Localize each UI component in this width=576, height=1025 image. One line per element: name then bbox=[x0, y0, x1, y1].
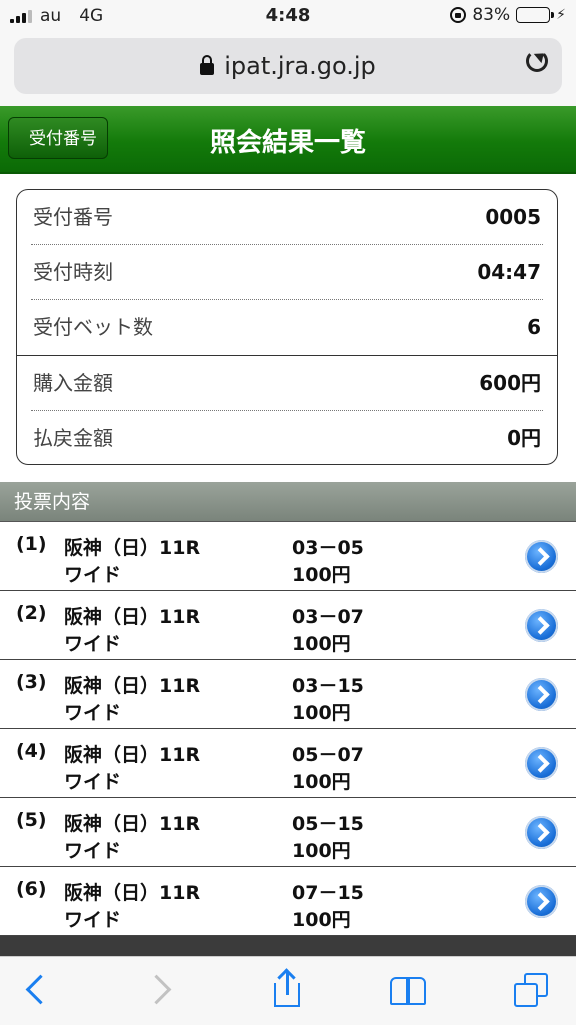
chevron-right-circle-icon[interactable] bbox=[525, 816, 558, 849]
vote-row[interactable]: (4) 阪神（日）11R ワイド 05－07 100円 bbox=[0, 730, 576, 798]
summary-value: 04:47 bbox=[477, 260, 541, 284]
rotation-lock-icon bbox=[450, 7, 467, 23]
summary-value: 6 bbox=[527, 315, 541, 339]
vote-number: (2) bbox=[16, 602, 47, 624]
summary-value: 0005 bbox=[485, 205, 541, 229]
page-header: 受付番号 照会結果一覧 bbox=[0, 106, 576, 174]
vote-type: ワイド bbox=[64, 771, 122, 793]
url-text[interactable]: ipat.jra.go.jp bbox=[224, 52, 376, 80]
vote-race: 阪神（日）11R bbox=[64, 675, 201, 697]
summary-row-payout-amount: 払戻金額 0円 bbox=[33, 411, 541, 464]
vote-combination: 05－15 bbox=[292, 813, 364, 835]
summary-row-bet-count: 受付ベット数 6 bbox=[33, 300, 541, 354]
vote-type: ワイド bbox=[64, 633, 122, 655]
vote-amount: 100円 bbox=[292, 771, 351, 793]
vote-amount: 100円 bbox=[292, 909, 351, 931]
summary-row-receipt-time: 受付時刻 04:47 bbox=[33, 245, 541, 299]
vote-row[interactable]: (2) 阪神（日）11R ワイド 03－07 100円 bbox=[0, 592, 576, 660]
vote-number: (6) bbox=[16, 878, 47, 900]
vote-number: (4) bbox=[16, 740, 47, 762]
footer-band bbox=[0, 936, 576, 956]
battery-percent: 83% bbox=[472, 5, 511, 25]
vote-number: (5) bbox=[16, 809, 47, 831]
charging-icon: ⚡ bbox=[556, 7, 566, 23]
vote-amount: 100円 bbox=[292, 564, 351, 586]
browser-toolbar bbox=[0, 956, 576, 1025]
vote-type: ワイド bbox=[64, 909, 122, 931]
vote-combination: 03－15 bbox=[292, 675, 364, 697]
vote-row[interactable]: (6) 阪神（日）11R ワイド 07－15 100円 bbox=[0, 868, 576, 936]
padlock-icon bbox=[200, 55, 215, 75]
vote-combination: 05－07 bbox=[292, 744, 364, 766]
chevron-right-circle-icon[interactable] bbox=[525, 609, 558, 642]
summary-label: 受付時刻 bbox=[33, 260, 113, 284]
vote-race: 阪神（日）11R bbox=[64, 813, 201, 835]
status-bar: au 4G 4:48 83% ⚡ bbox=[0, 0, 576, 34]
vote-row[interactable]: (3) 阪神（日）11R ワイド 03－15 100円 bbox=[0, 661, 576, 729]
vote-number: (1) bbox=[16, 533, 47, 555]
summary-label: 受付番号 bbox=[33, 205, 113, 229]
vote-amount: 100円 bbox=[292, 840, 351, 862]
vote-race: 阪神（日）11R bbox=[64, 882, 201, 904]
browser-chrome: ipat.jra.go.jp bbox=[0, 34, 576, 106]
chevron-right-circle-icon[interactable] bbox=[525, 885, 558, 918]
forward-arrow-icon[interactable] bbox=[140, 971, 184, 1011]
vote-combination: 03－05 bbox=[292, 537, 364, 559]
summary-value: 0円 bbox=[507, 426, 541, 450]
summary-label: 購入金額 bbox=[33, 371, 113, 395]
chevron-right-circle-icon[interactable] bbox=[525, 540, 558, 573]
vote-combination: 03－07 bbox=[292, 606, 364, 628]
vote-number: (3) bbox=[16, 671, 47, 693]
status-right: 83% ⚡ bbox=[450, 5, 566, 25]
page-title: 照会結果一覧 bbox=[209, 128, 366, 158]
chevron-right-circle-icon[interactable] bbox=[525, 747, 558, 780]
vote-race: 阪神（日）11R bbox=[64, 606, 201, 628]
battery-icon bbox=[516, 7, 555, 23]
vote-amount: 100円 bbox=[292, 633, 351, 655]
bookmarks-icon[interactable] bbox=[388, 971, 432, 1011]
chevron-right-circle-icon[interactable] bbox=[525, 678, 558, 711]
summary-value: 600円 bbox=[479, 371, 541, 395]
address-bar[interactable]: ipat.jra.go.jp bbox=[14, 38, 562, 94]
summary-row-purchase-amount: 購入金額 600円 bbox=[33, 356, 541, 410]
share-icon[interactable] bbox=[266, 968, 310, 1011]
summary-row-receipt-no: 受付番号 0005 bbox=[33, 190, 541, 244]
tabs-icon[interactable] bbox=[512, 971, 556, 1011]
vote-row[interactable]: (5) 阪神（日）11R ワイド 05－15 100円 bbox=[0, 799, 576, 867]
vote-race: 阪神（日）11R bbox=[64, 537, 201, 559]
summary-label: 受付ベット数 bbox=[33, 315, 153, 339]
vote-combination: 07－15 bbox=[292, 882, 364, 904]
vote-type: ワイド bbox=[64, 702, 122, 724]
vote-amount: 100円 bbox=[292, 702, 351, 724]
section-header-votes: 投票内容 bbox=[0, 482, 576, 522]
vote-race: 阪神（日）11R bbox=[64, 744, 201, 766]
summary-card: 受付番号 0005 受付時刻 04:47 受付ベット数 6 購入金額 600円 … bbox=[16, 189, 558, 465]
vote-type: ワイド bbox=[64, 564, 122, 586]
vote-type: ワイド bbox=[64, 840, 122, 862]
back-arrow-icon[interactable] bbox=[14, 971, 58, 1011]
vote-row[interactable]: (1) 阪神（日）11R ワイド 03－05 100円 bbox=[0, 523, 576, 591]
summary-label: 払戻金額 bbox=[33, 426, 113, 450]
reload-icon[interactable] bbox=[526, 50, 548, 72]
